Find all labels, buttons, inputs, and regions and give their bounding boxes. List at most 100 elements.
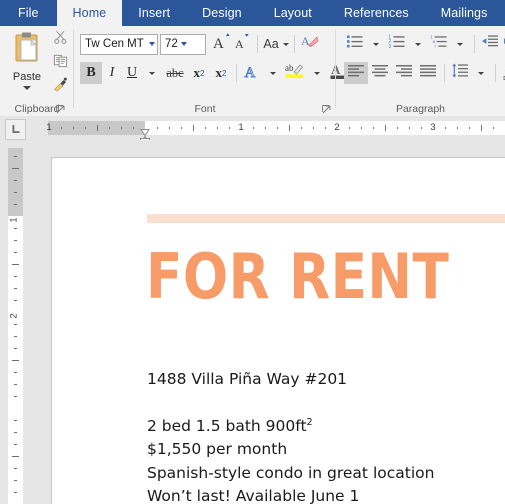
left-tab-stop-icon — [11, 121, 21, 139]
tab-design[interactable]: Design — [186, 0, 258, 26]
highlighter-icon: ab — [285, 61, 305, 85]
ruler-number-3: 3 — [430, 122, 436, 133]
align-right-button[interactable] — [392, 62, 416, 84]
ribbon-group-paragraph: 1 2 3 1 a i Paragraph — [336, 26, 505, 116]
tab-stop-selector-button[interactable] — [5, 119, 26, 140]
tab-home[interactable]: Home — [56, 0, 123, 26]
strikethrough-label: abc — [166, 65, 184, 80]
text-effects-button[interactable]: A — [241, 62, 263, 84]
font-size-combobox[interactable]: 72 — [160, 33, 206, 55]
font-dialog-launcher[interactable] — [322, 105, 331, 114]
decrease-indent-button[interactable] — [479, 33, 501, 55]
grow-font-icon: A — [212, 32, 232, 56]
tab-file[interactable]: File — [0, 0, 57, 26]
multilevel-dropdown-button[interactable] — [450, 33, 470, 55]
justify-button[interactable] — [416, 62, 440, 84]
format-painter-button[interactable] — [50, 76, 70, 96]
numbering-dropdown-button[interactable] — [408, 33, 428, 55]
decrease-indent-icon — [481, 34, 499, 54]
highlight-color-button[interactable]: ab — [283, 62, 307, 84]
hanging-indent-marker[interactable] — [140, 130, 150, 143]
font-size-dropdown-icon[interactable] — [178, 42, 191, 46]
tab-layout[interactable]: Layout — [258, 0, 328, 26]
line-spacing-caret-icon — [478, 71, 484, 75]
tab-insert[interactable]: Insert — [122, 0, 186, 26]
change-case-button[interactable]: Aa — [262, 33, 290, 55]
detail-line-3: Spanish-style condo in great location — [147, 463, 435, 482]
tab-mailings[interactable]: Mailings — [425, 0, 504, 26]
grow-font-button[interactable]: A — [211, 32, 233, 56]
ruler-number-1: 1 — [238, 122, 244, 133]
multilevel-list-button[interactable]: 1 a i — [428, 33, 450, 55]
bold-button[interactable]: B — [80, 62, 102, 84]
detail-line-1-text: 2 bed 1.5 bath 900ft — [147, 416, 307, 435]
clear-formatting-button[interactable]: A — [299, 33, 321, 55]
document-page[interactable]: FOR RENT 1488 Villa Piña Way #201 2 bed … — [51, 157, 505, 504]
shrink-font-button[interactable]: A — [233, 33, 253, 55]
accent-bar — [147, 214, 505, 223]
copy-button[interactable] — [50, 53, 70, 73]
paragraph-controls-row-1: 1 2 3 1 a i — [344, 32, 505, 56]
underline-button[interactable]: U — [122, 62, 142, 84]
document-body-text[interactable]: 1488 Villa Piña Way #201 2 bed 1.5 bath … — [147, 368, 434, 504]
cut-button[interactable] — [50, 30, 70, 50]
horizontal-ruler: 1 1 2 3 — [0, 116, 505, 145]
detail-line-4: Won’t last! Available June 1 — [147, 487, 360, 504]
underline-label: U — [126, 65, 138, 80]
ribbon-group-font: Tw Cen MT Cc 72 A — [74, 26, 362, 116]
clipboard-dialog-launcher[interactable] — [56, 105, 65, 114]
paragraph-separator-2 — [444, 64, 445, 82]
paintbrush-icon — [52, 76, 68, 97]
tab-mailings-label: Mailings — [440, 6, 488, 20]
svg-text:i: i — [435, 44, 436, 49]
align-left-button[interactable] — [344, 62, 368, 84]
ribbon: Paste Clipboard Tw Cen MT 72 A A Aa A B … — [0, 26, 505, 117]
scissors-icon — [53, 30, 68, 50]
align-center-button[interactable] — [368, 62, 392, 84]
font-controls-row-2: B I U abc x2 x2 A ab — [80, 60, 369, 86]
tab-insert-label: Insert — [138, 6, 171, 20]
bullets-button[interactable] — [344, 33, 366, 55]
underline-caret-icon — [149, 71, 155, 75]
change-case-caret-icon[interactable] — [282, 42, 289, 46]
text-effects-icon: A — [243, 62, 261, 85]
paste-button[interactable]: Paste — [6, 30, 48, 100]
tab-layout-label: Layout — [273, 6, 312, 20]
font-name-dropdown-icon[interactable] — [146, 42, 157, 46]
tab-design-label: Design — [202, 6, 242, 20]
font-name-combobox[interactable]: Tw Cen MT Cc — [80, 33, 158, 55]
font-group-label: Font — [194, 103, 216, 115]
tab-references-label: References — [343, 6, 409, 20]
strikethrough-button[interactable]: abc — [162, 62, 188, 84]
ruler-number-0: 1 — [46, 122, 52, 133]
bullets-caret-icon — [373, 42, 379, 46]
ribbon-tab-bar: File Home Insert Design Layout Reference… — [0, 0, 505, 26]
tab-references[interactable]: References — [328, 0, 425, 26]
multilevel-list-icon: 1 a i — [430, 34, 448, 54]
bullets-dropdown-button[interactable] — [366, 33, 386, 55]
shading-button[interactable] — [500, 62, 505, 84]
text-effects-caret-icon — [270, 71, 276, 75]
vertical-ruler[interactable]: 1 2 — [8, 148, 23, 504]
line-spacing-dropdown-button[interactable] — [471, 62, 491, 84]
increase-indent-button[interactable] — [501, 33, 505, 55]
subscript-button[interactable]: x2 — [188, 62, 210, 84]
italic-label: I — [109, 65, 115, 80]
underline-dropdown-button[interactable] — [142, 62, 162, 84]
numbering-button[interactable]: 1 2 3 — [386, 33, 408, 55]
numbering-caret-icon — [415, 42, 421, 46]
paste-label: Paste — [12, 71, 42, 83]
first-line-indent-marker[interactable] — [140, 123, 150, 137]
paragraph-separator-1 — [474, 35, 475, 53]
text-effects-dropdown-button[interactable] — [263, 62, 283, 84]
paste-dropdown-caret-icon[interactable] — [23, 86, 31, 90]
superscript-button[interactable]: x2 — [210, 62, 232, 84]
detail-line-2: $1,550 per month — [147, 440, 288, 459]
italic-button[interactable]: I — [102, 62, 122, 84]
line-spacing-button[interactable] — [449, 62, 471, 84]
ruler-track[interactable]: 1 1 2 3 — [46, 121, 505, 145]
highlight-dropdown-button[interactable] — [307, 62, 327, 84]
align-center-icon — [371, 64, 389, 83]
align-right-icon — [395, 64, 413, 83]
